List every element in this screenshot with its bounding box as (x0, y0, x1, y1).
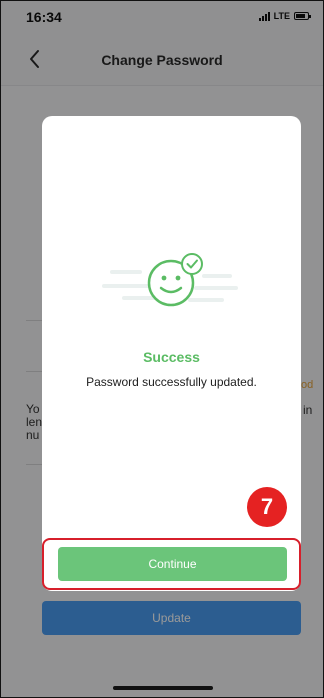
phone-screen: 16:34 LTE Change Password Yo len nu od i… (0, 0, 324, 698)
step-badge: 7 (247, 487, 287, 527)
smiley-check-icon (147, 253, 203, 307)
home-indicator (113, 686, 213, 690)
success-message: Password successfully updated. (86, 375, 257, 389)
success-title: Success (143, 349, 200, 365)
continue-button[interactable]: Continue (58, 547, 287, 581)
